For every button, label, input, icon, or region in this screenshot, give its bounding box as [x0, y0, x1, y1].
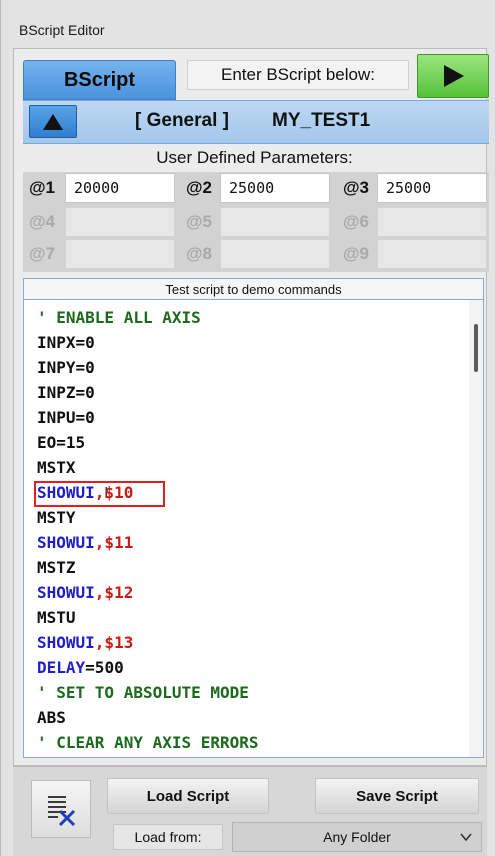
- folder-select-value: Any Folder: [323, 829, 391, 845]
- code-token: ,$13: [94, 633, 134, 652]
- param-label-1: @1: [28, 178, 56, 197]
- scrollbar-thumb[interactable]: [474, 324, 478, 372]
- script-line[interactable]: MSTZ: [37, 556, 76, 580]
- param-label-3: @3: [342, 178, 370, 197]
- scroll-up-button[interactable]: [29, 105, 77, 138]
- code-token: INPZ=0: [37, 383, 95, 402]
- param-field-2[interactable]: 25000: [220, 173, 330, 203]
- parameters-title: User Defined Parameters:: [156, 148, 353, 167]
- load-from-label: Load from:: [113, 824, 223, 850]
- param-label-2: @2: [185, 178, 213, 197]
- tab-bscript[interactable]: BScript: [23, 60, 176, 100]
- play-icon: [444, 65, 464, 87]
- code-token: INPY=0: [37, 358, 95, 377]
- script-name[interactable]: MY_TEST1: [272, 110, 370, 132]
- bscript-editor-window: BScript Editor BScript Enter BScript bel…: [0, 0, 495, 856]
- code-token: DELAY: [37, 658, 86, 677]
- code-token: INPX=0: [37, 333, 95, 352]
- param-label-4: @4: [28, 212, 56, 231]
- param-label-6: @6: [342, 212, 370, 231]
- editor-scrollbar[interactable]: [469, 300, 483, 757]
- param-label-7: @7: [28, 244, 56, 263]
- script-description[interactable]: Test script to demo commands: [23, 278, 484, 300]
- script-line[interactable]: SHOWUI,$10: [37, 481, 133, 505]
- parameters-grid: @1 20000 @2 25000 @3 25000 @4 @5 @6 @7 @8 @9: [23, 172, 489, 272]
- param-field-6[interactable]: [377, 207, 487, 237]
- code-token: MSTY: [37, 508, 76, 527]
- code-token: ,$10: [94, 483, 134, 502]
- script-line[interactable]: INPU=0: [37, 406, 95, 430]
- code-token: ' ENABLE ALL AXIS: [37, 308, 201, 327]
- code-token: ' CLEAR ANY AXIS ERRORS: [37, 733, 259, 752]
- param-label-9: @9: [342, 244, 370, 263]
- instruction-label: Enter BScript below:: [187, 60, 409, 90]
- code-token: MSTU: [37, 608, 76, 627]
- script-line[interactable]: SHOWUI,$12: [37, 581, 133, 605]
- script-selector-bar: [23, 100, 489, 144]
- param-field-1[interactable]: 20000: [65, 173, 175, 203]
- script-line[interactable]: MSTY: [37, 506, 76, 530]
- run-script-button[interactable]: [417, 54, 489, 98]
- code-token: EO=15: [37, 433, 86, 452]
- clear-script-icon: [48, 796, 76, 827]
- code-token: MSTX: [37, 458, 76, 477]
- param-field-9[interactable]: [377, 239, 487, 269]
- code-token: SHOWUI: [37, 483, 95, 502]
- script-line[interactable]: DELAY=500: [37, 656, 124, 680]
- chevron-down-icon: [460, 833, 472, 842]
- load-script-button[interactable]: Load Script: [107, 778, 269, 814]
- script-line[interactable]: INPZ=0: [37, 381, 95, 405]
- param-field-7[interactable]: [65, 239, 175, 269]
- arrow-up-icon: [43, 113, 63, 130]
- param-field-3[interactable]: 25000: [377, 173, 487, 203]
- script-line[interactable]: ABS: [37, 706, 66, 730]
- script-line[interactable]: SHOWUI,$13: [37, 631, 133, 655]
- code-token: SHOWUI: [37, 583, 95, 602]
- param-label-5: @5: [185, 212, 213, 231]
- code-token: SHOWUI: [37, 533, 95, 552]
- code-token: SHOWUI: [37, 633, 95, 652]
- script-line[interactable]: MSTX: [37, 456, 76, 480]
- clear-script-button[interactable]: [31, 780, 91, 838]
- script-line[interactable]: INPY=0: [37, 356, 95, 380]
- window-title: BScript Editor: [19, 22, 105, 38]
- code-token: ABS: [37, 708, 66, 727]
- param-field-8[interactable]: [220, 239, 330, 269]
- code-token: ,$12: [94, 583, 134, 602]
- code-token: ,$11: [94, 533, 134, 552]
- code-token: ' SET TO ABSOLUTE MODE: [37, 683, 249, 702]
- script-line[interactable]: ' ENABLE ALL AXIS: [37, 306, 201, 330]
- script-category[interactable]: [ General ]: [135, 110, 229, 132]
- folder-select[interactable]: Any Folder: [232, 822, 482, 852]
- code-token: =500: [85, 658, 124, 677]
- script-line[interactable]: MSTU: [37, 606, 76, 630]
- script-line[interactable]: ' CLEAR ANY AXIS ERRORS: [37, 731, 259, 755]
- code-token: MSTZ: [37, 558, 76, 577]
- script-editor[interactable]: I ' ENABLE ALL AXIS INPX=0 INPY=0 INPZ=0 INP…: [23, 300, 484, 758]
- script-line[interactable]: EO=15: [37, 431, 85, 455]
- save-script-button[interactable]: Save Script: [315, 778, 479, 814]
- code-token: INPU=0: [37, 408, 95, 427]
- param-field-4[interactable]: [65, 207, 175, 237]
- script-line[interactable]: ' SET TO ABSOLUTE MODE: [37, 681, 249, 705]
- script-line[interactable]: INPX=0: [37, 331, 95, 355]
- param-label-8: @8: [185, 244, 213, 263]
- param-field-5[interactable]: [220, 207, 330, 237]
- script-line[interactable]: SHOWUI,$11: [37, 531, 133, 555]
